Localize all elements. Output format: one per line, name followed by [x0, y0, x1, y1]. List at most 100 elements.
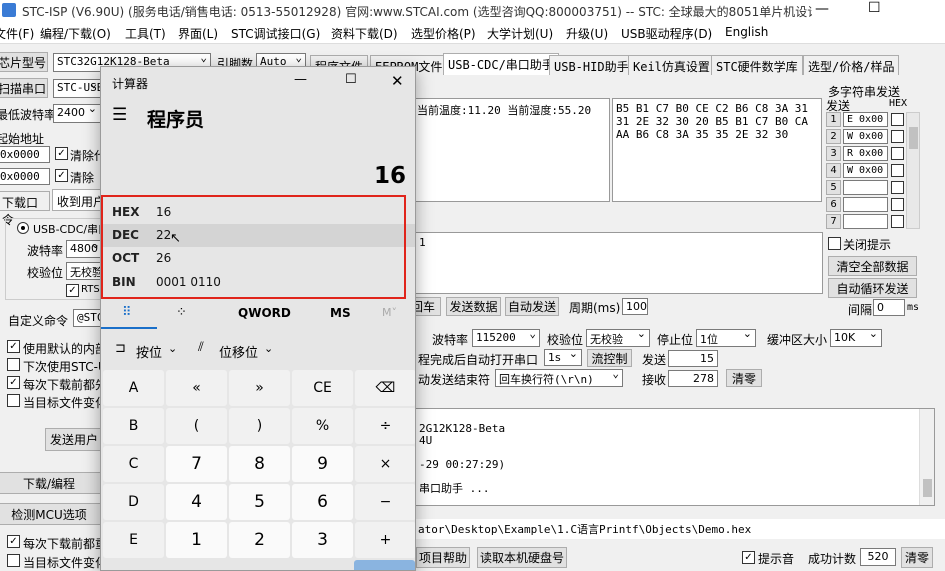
multi-hex-checkbox[interactable] [891, 181, 904, 194]
calc-key[interactable]: 8 [229, 446, 290, 482]
parity-select[interactable]: 无校验 [66, 262, 104, 280]
equals-button[interactable] [354, 560, 415, 570]
memory-menu-button[interactable]: M˅ [382, 306, 397, 319]
calc-key[interactable]: ÷ [355, 408, 415, 444]
calc-close-icon[interactable]: ✕ [391, 72, 404, 90]
project-help-button[interactable]: 项目帮助 [416, 547, 470, 568]
send-text-area[interactable]: 1 [400, 232, 823, 294]
tab-math-lib[interactable]: STC硬件数学库 [711, 55, 803, 75]
multi-hex-checkbox[interactable] [891, 130, 904, 143]
multi-send-field[interactable]: W 0x00 [843, 163, 888, 178]
clear-checkbox-1[interactable]: ✓ [55, 147, 68, 160]
multi-scrollbar[interactable] [906, 112, 920, 229]
success-clear-button[interactable]: 清零 [901, 547, 933, 568]
log-area[interactable]: 2G12K128-Beta 4U -29 00:27:29) 串口助手 ... [400, 408, 935, 506]
calc-key[interactable]: ⌫ [355, 370, 415, 406]
menu-program[interactable]: 编程/下载(O) [40, 25, 111, 42]
multi-send-row-button[interactable]: 6 [826, 197, 841, 212]
multi-send-row-button[interactable]: 5 [826, 180, 841, 195]
multi-hex-checkbox[interactable] [891, 215, 904, 228]
buffer-select[interactable]: 10K [830, 329, 882, 347]
flow-control-button[interactable]: 流控制 [587, 349, 632, 367]
download-program-button[interactable]: 下载/编程 [0, 472, 102, 494]
calc-key[interactable]: A [103, 370, 164, 406]
multi-hex-checkbox[interactable] [891, 198, 904, 211]
opt-checkbox-3[interactable]: ✓ [7, 376, 20, 389]
opt-checkbox-4[interactable] [7, 394, 20, 407]
menu-price[interactable]: 选型价格(P) [411, 25, 476, 42]
multi-send-field[interactable]: E 0x00 [843, 112, 888, 127]
calc-key[interactable]: 3 [292, 522, 353, 558]
port-select[interactable]: STC-USB [53, 79, 101, 98]
interval-field[interactable]: 0 [873, 299, 905, 316]
tab-price[interactable]: 选型/价格/样品 [803, 55, 900, 75]
calc-key[interactable]: » [229, 370, 290, 406]
clear-checkbox-2[interactable]: ✓ [55, 169, 68, 182]
end-char-select[interactable]: 回车换行符(\r\n) [495, 369, 623, 387]
calc-key[interactable]: 4 [166, 484, 227, 520]
send-user-button[interactable]: 发送用户 [45, 428, 103, 451]
log-scrollbar[interactable] [919, 409, 934, 505]
auto-send-button[interactable]: 自动发送 [505, 297, 559, 316]
bitwise-dropdown[interactable]: 按位 [136, 342, 162, 361]
tab-usb-hid[interactable]: USB-HID助手 [549, 55, 634, 75]
clear-all-button[interactable]: 清空全部数据 [828, 256, 917, 276]
multi-send-row-button[interactable]: 1 [826, 112, 841, 127]
menu-tools[interactable]: 工具(T) [125, 25, 166, 42]
close-hint-checkbox[interactable] [828, 237, 841, 250]
multi-send-field[interactable]: R 0x00 [843, 146, 888, 161]
menu-download[interactable]: 资料下载(D) [331, 25, 398, 42]
calc-key[interactable]: 6 [292, 484, 353, 520]
beep-checkbox[interactable]: ✓ [742, 551, 755, 564]
custom-cmd-field[interactable]: @STC [73, 309, 103, 327]
tab-keil[interactable]: Keil仿真设置 [628, 55, 715, 75]
min-baud-select[interactable]: 2400 [53, 104, 101, 123]
multi-send-row-button[interactable]: 3 [826, 146, 841, 161]
menu-upgrade[interactable]: 升级(U) [566, 25, 608, 42]
bit-toggle-icon[interactable]: ⁘ [176, 305, 187, 320]
calc-key[interactable]: ) [229, 408, 290, 444]
memory-store-button[interactable]: MS [330, 306, 351, 320]
keypad-tab[interactable]: ⠿ [101, 303, 157, 329]
menu-university[interactable]: 大学计划(U) [487, 25, 553, 42]
tab-usb-cdc[interactable]: USB-CDC/串口助手 [443, 53, 559, 75]
left-tab-download[interactable]: 下载口令 [0, 191, 50, 227]
read-disk-button[interactable]: 读取本机硬盘号 [477, 547, 567, 568]
opt-checkbox-2[interactable] [7, 358, 20, 371]
calc-key[interactable]: − [355, 484, 415, 520]
multi-send-row-button[interactable]: 2 [826, 129, 841, 144]
addr-field-1[interactable]: 0x0000 [0, 146, 50, 163]
word-size-button[interactable]: QWORD [238, 306, 291, 320]
multi-send-field[interactable] [843, 214, 888, 229]
send-data-button[interactable]: 发送数据 [446, 297, 501, 316]
bottom-checkbox-2[interactable] [7, 554, 20, 567]
multi-send-field[interactable] [843, 197, 888, 212]
menu-english[interactable]: English [725, 25, 768, 39]
hamburger-menu-icon[interactable]: ☰ [112, 105, 127, 125]
calc-key[interactable]: + [355, 522, 415, 558]
addr-field-2[interactable]: 0x0000 [0, 168, 50, 185]
calc-minimize-icon[interactable]: — [294, 72, 307, 87]
calc-key[interactable]: 5 [229, 484, 290, 520]
calc-maximize-icon[interactable]: ☐ [345, 72, 357, 87]
calc-key[interactable]: « [166, 370, 227, 406]
calc-key[interactable]: D [103, 484, 164, 520]
calc-key[interactable]: ( [166, 408, 227, 444]
multi-send-row-button[interactable]: 7 [826, 214, 841, 229]
menu-file[interactable]: 文件(F) [0, 25, 34, 42]
bottom-checkbox-1[interactable]: ✓ [7, 535, 20, 548]
calc-key[interactable]: 7 [166, 446, 227, 482]
recv-hex-area[interactable]: B5 B1 C7 B0 CE C2 B6 C8 3A 31 31 2E 32 3… [612, 98, 822, 202]
calc-key[interactable]: 2 [229, 522, 290, 558]
left-tab-recv[interactable]: 收到用户 [52, 189, 102, 211]
serial-parity-select[interactable]: 无校验 [586, 329, 650, 347]
rts-checkbox[interactable]: ✓ [66, 284, 79, 297]
multi-send-field[interactable] [843, 180, 888, 195]
calc-key[interactable]: E [103, 522, 164, 558]
stop-bits-select[interactable]: 1位 [696, 329, 756, 347]
clear-counts-button[interactable]: 清零 [726, 369, 762, 387]
detect-mcu-button[interactable]: 检测MCU选项 [0, 503, 102, 525]
calc-key[interactable]: 1 [166, 522, 227, 558]
baud-select[interactable]: 4800 [66, 240, 104, 258]
menu-interface[interactable]: 界面(L) [178, 25, 218, 42]
